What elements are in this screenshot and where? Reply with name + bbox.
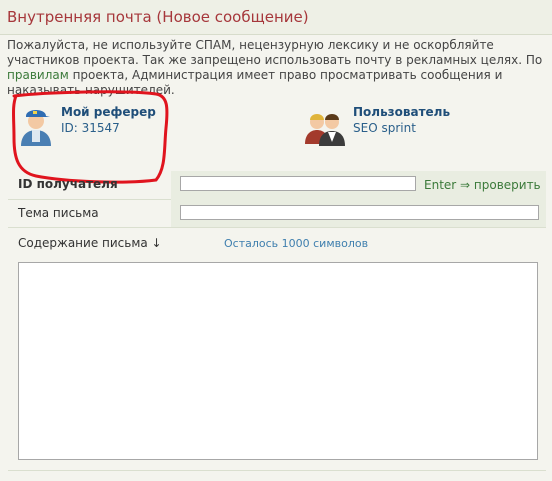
user-avatar-icon (21, 110, 51, 146)
body-label: Содержание письма ↓ (18, 236, 162, 250)
recipient-id-input[interactable] (180, 176, 416, 191)
referer-id: ID: 31547 (61, 121, 120, 135)
notice-text: Пожалуйста, не используйте СПАМ, нецензу… (7, 38, 547, 98)
user-name[interactable]: Пользователь (353, 105, 450, 119)
users-group-icon (305, 114, 345, 146)
referer-name[interactable]: Мой реферер (61, 105, 156, 119)
recipient-label: ID получателя (18, 177, 118, 191)
page-title: Внутренняя почта (Новое сообщение) (7, 8, 309, 26)
notice-part-2: проекта, Администрация имеет право просм… (7, 68, 503, 97)
referer-block: Мой реферер ID: 31547 (17, 102, 156, 148)
user-sub: SEO sprint (353, 121, 416, 135)
notice-part-1: Пожалуйста, не используйте СПАМ, нецензу… (7, 38, 543, 67)
message-textarea[interactable] (18, 262, 538, 460)
chars-remaining: Осталось 1000 символов (224, 237, 369, 250)
page-header: Внутренняя почта (Новое сообщение) (0, 0, 552, 35)
rules-link[interactable]: правилам (7, 68, 69, 82)
check-hint[interactable]: Enter ⇒ проверить (424, 178, 541, 192)
subject-input[interactable] (180, 205, 539, 220)
user-block: Пользователь SEO sprint (303, 102, 450, 148)
subject-label: Тема письма (18, 206, 99, 220)
divider (8, 470, 546, 471)
